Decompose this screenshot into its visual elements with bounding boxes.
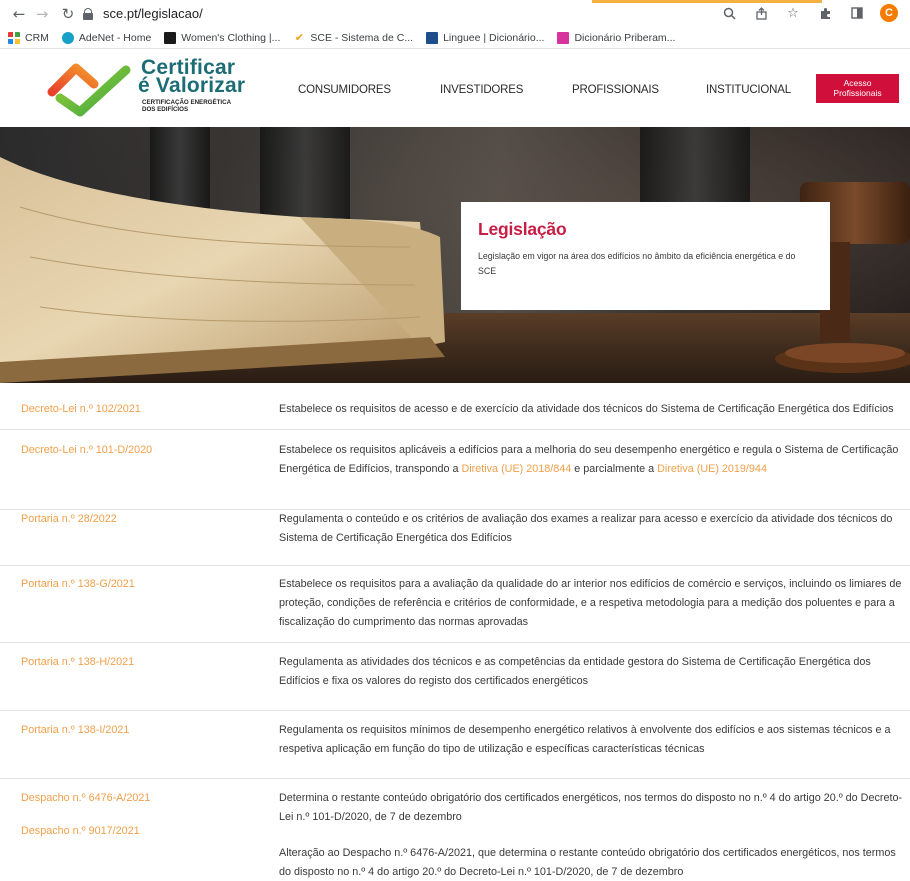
zoom-icon[interactable] bbox=[720, 4, 738, 22]
legislation-row: Portaria n.º 138-I/2021 Regulamenta os r… bbox=[0, 711, 910, 779]
grid-icon bbox=[8, 31, 20, 44]
hero-card: Legislação Legislação em vigor na área d… bbox=[461, 202, 830, 310]
legislation-link[interactable]: Despacho n.º 9017/2021 bbox=[21, 825, 140, 837]
priberam-icon bbox=[557, 31, 570, 44]
bookmark-priberam[interactable]: Dicionário Priberam... bbox=[557, 31, 675, 44]
legislation-description: Regulamenta as atividades dos técnicos e… bbox=[279, 653, 909, 691]
description-paragraph: Estabelece os requisitos para a avaliaçã… bbox=[279, 578, 902, 628]
address-bar[interactable]: sce.pt/legislacao/ bbox=[82, 3, 762, 24]
side-panel-icon[interactable] bbox=[848, 4, 866, 22]
logo-text-line2: é Valorizar bbox=[138, 74, 246, 97]
legislation-link[interactable]: Portaria n.º 138-I/2021 bbox=[21, 724, 129, 736]
logo-subtitle-line2: DOS EDIFÍCIOS bbox=[142, 106, 189, 113]
url-text[interactable]: sce.pt/legislacao/ bbox=[103, 6, 203, 21]
nav-investidores[interactable]: INVESTIDORES bbox=[440, 84, 523, 96]
site-logo[interactable]: Certificar é Valorizar CERTIFICAÇÃO ENER… bbox=[46, 56, 246, 122]
legislation-row: Despacho n.º 6476-A/2021 Despacho n.º 90… bbox=[0, 779, 910, 881]
logo-subtitle-line1: CERTIFICAÇÃO ENERGÉTICA bbox=[142, 99, 232, 106]
bookmark-adenet[interactable]: AdeNet - Home bbox=[61, 31, 151, 44]
legislation-link[interactable]: Decreto-Lei n.º 102/2021 bbox=[21, 403, 141, 415]
bookmark-sce[interactable]: ✔ SCE - Sistema de C... bbox=[293, 32, 413, 44]
forward-arrow-icon[interactable]: → bbox=[32, 4, 52, 24]
share-icon[interactable] bbox=[752, 4, 770, 22]
nav-institucional[interactable]: INSTITUCIONAL bbox=[706, 84, 791, 96]
bookmark-star-icon[interactable]: ☆ bbox=[784, 4, 802, 22]
wc-icon bbox=[164, 31, 177, 44]
linguee-icon bbox=[426, 31, 439, 44]
legislation-row: Decreto-Lei n.º 101-D/2020 Estabelece os… bbox=[0, 430, 910, 510]
legislation-row: Portaria n.º 28/2022 Regulamenta o conte… bbox=[0, 510, 910, 566]
acesso-profissionais-button[interactable]: Acesso Profissionais bbox=[816, 74, 899, 103]
logo-check-icon bbox=[47, 63, 131, 117]
lock-icon bbox=[82, 7, 94, 20]
sce-icon: ✔ bbox=[294, 31, 304, 44]
bookmark-crm[interactable]: CRM bbox=[8, 31, 49, 44]
description-paragraph: Regulamenta o conteúdo e os critérios de… bbox=[279, 513, 893, 544]
bookmarks-bar: CRM AdeNet - Home Women's Clothing |... … bbox=[0, 27, 910, 49]
legislation-link[interactable]: Despacho n.º 6476-A/2021 bbox=[21, 792, 150, 804]
legislation-description: Regulamenta o conteúdo e os critérios de… bbox=[279, 510, 909, 548]
hero-banner: Legislação Legislação em vigor na área d… bbox=[0, 127, 910, 383]
legislation-link[interactable]: Portaria n.º 138-H/2021 bbox=[21, 656, 134, 668]
legislation-description: Regulamenta os requisitos mínimos de des… bbox=[279, 721, 909, 759]
legislation-description: Estabelece os requisitos aplicáveis a ed… bbox=[279, 441, 909, 479]
legislation-row: Portaria n.º 138-H/2021 Regulamenta as a… bbox=[0, 643, 910, 711]
legislation-link[interactable]: Portaria n.º 28/2022 bbox=[21, 513, 117, 525]
legislation-description: Determina o restante conteúdo obrigatóri… bbox=[279, 789, 909, 881]
directive-2018-844-link[interactable]: Diretiva (UE) 2018/844 bbox=[461, 463, 571, 475]
legislation-description: Estabelece os requisitos de acesso e de … bbox=[279, 400, 909, 419]
legislation-list: Decreto-Lei n.º 102/2021 Estabelece os r… bbox=[0, 383, 910, 881]
nav-consumidores[interactable]: CONSUMIDORES bbox=[298, 84, 391, 96]
browser-toolbar: ← → ↻ sce.pt/legislacao/ ☆ C bbox=[0, 0, 910, 27]
directive-2019-944-link[interactable]: Diretiva (UE) 2019/944 bbox=[657, 463, 767, 475]
page-description: Legislação em vigor na área dos edifício… bbox=[478, 251, 796, 276]
description-paragraph: Estabelece os requisitos de acesso e de … bbox=[279, 403, 894, 415]
legislation-link[interactable]: Portaria n.º 138-G/2021 bbox=[21, 578, 135, 590]
page-title: Legislação bbox=[478, 219, 567, 239]
legislation-row: Portaria n.º 138-G/2021 Estabelece os re… bbox=[0, 566, 910, 643]
nav-profissionais[interactable]: PROFISSIONAIS bbox=[572, 84, 659, 96]
description-paragraph: Alteração ao Despacho n.º 6476-A/2021, q… bbox=[279, 847, 896, 878]
site-header: Certificar é Valorizar CERTIFICAÇÃO ENER… bbox=[0, 49, 910, 127]
bookmark-linguee[interactable]: Linguee | Dicionário... bbox=[426, 31, 544, 44]
adenet-icon bbox=[61, 31, 74, 44]
reload-icon[interactable]: ↻ bbox=[58, 4, 78, 24]
extensions-puzzle-icon[interactable] bbox=[816, 4, 834, 22]
profile-avatar[interactable]: C bbox=[880, 4, 898, 22]
legislation-row: Decreto-Lei n.º 102/2021 Estabelece os r… bbox=[0, 383, 910, 430]
back-arrow-icon[interactable]: ← bbox=[9, 4, 29, 24]
bookmark-womens-clothing[interactable]: Women's Clothing |... bbox=[164, 31, 280, 44]
description-paragraph: Determina o restante conteúdo obrigatóri… bbox=[279, 792, 903, 823]
description-paragraph: Regulamenta as atividades dos técnicos e… bbox=[279, 656, 871, 687]
description-paragraph: Estabelece os requisitos aplicáveis a ed… bbox=[279, 444, 899, 475]
legislation-link[interactable]: Decreto-Lei n.º 101-D/2020 bbox=[21, 444, 152, 456]
description-paragraph: Regulamenta os requisitos mínimos de des… bbox=[279, 724, 891, 755]
legislation-description: Estabelece os requisitos para a avaliaçã… bbox=[279, 575, 909, 632]
